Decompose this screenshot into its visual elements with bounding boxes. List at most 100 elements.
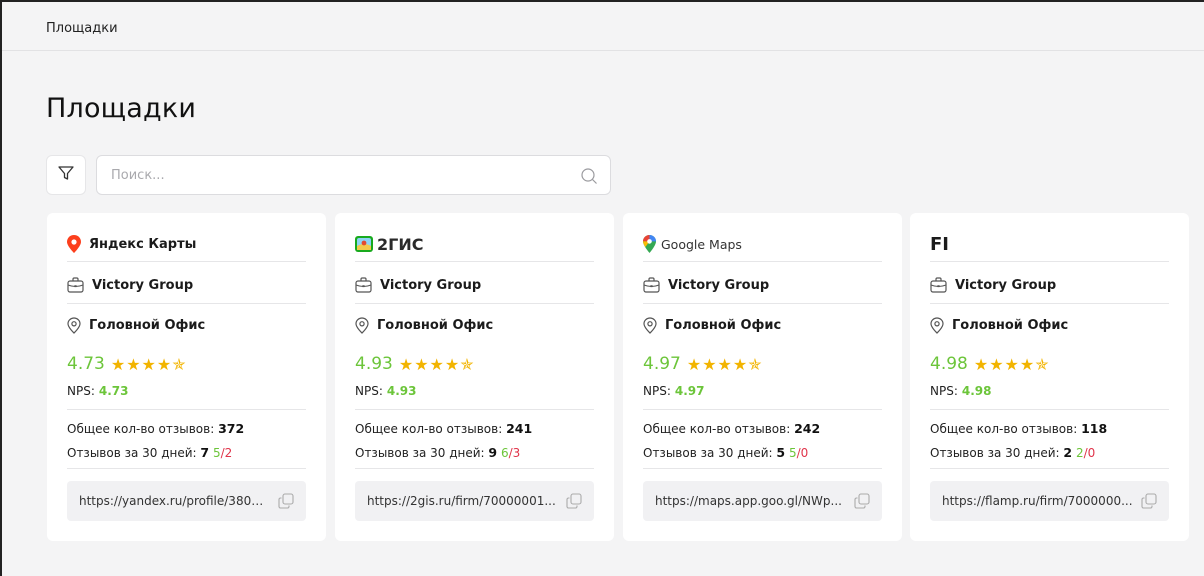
rating-value: 4.73 [67, 354, 105, 374]
page-title: Площадки [46, 93, 197, 124]
platform-link[interactable]: https://2gis.ru/firm/70000001... [355, 481, 594, 521]
divider [930, 409, 1169, 410]
platform-link[interactable]: https://flamp.ru/firm/7000000... [930, 481, 1169, 521]
location-pin-icon [67, 316, 81, 334]
platform-card[interactable]: 2ГИС Victory Group Головной Офис 4.93 ★★… [335, 213, 614, 541]
company-name: Victory Group [92, 277, 194, 293]
reviews-30-positive: 6 [500, 446, 509, 460]
reviews-30-label: Отзывов за 30 дней: [930, 446, 1060, 460]
platform-link[interactable]: https://yandex.ru/profile/3806... [67, 481, 306, 521]
rating-row: 4.93 ★★★★✯ [355, 352, 594, 376]
platform-url[interactable]: https://yandex.ru/profile/3806... [79, 494, 270, 508]
nps-value: 4.98 [961, 384, 992, 398]
divider [930, 468, 1169, 469]
location-pin-icon [930, 316, 944, 334]
rating-stars: ★★★★✯ [398, 354, 475, 374]
search-icon[interactable] [580, 167, 598, 189]
platform-link[interactable]: https://maps.app.goo.gl/NWp... [643, 481, 882, 521]
rating-stars: ★★★★✯ [686, 354, 763, 374]
briefcase-icon [643, 277, 660, 293]
filter-button[interactable] [46, 155, 86, 195]
location-pin-icon [355, 316, 369, 334]
company-row: Victory Group [355, 275, 594, 295]
platform-name: Яндекс Карты [89, 236, 197, 252]
search-input[interactable] [111, 156, 571, 194]
breadcrumb-item[interactable]: Площадки [46, 21, 118, 36]
reviews-30-label: Отзывов за 30 дней: [67, 446, 197, 460]
office-name: Головной Офис [377, 317, 494, 333]
reviews-30-value: 2 [1063, 445, 1073, 460]
reviews-30-value: 5 [776, 445, 786, 460]
divider [67, 409, 306, 410]
reviews-30-row: Отзывов за 30 дней: 5 5/0 [643, 445, 809, 460]
company-name: Victory Group [955, 277, 1057, 293]
total-reviews-value: 242 [794, 421, 821, 436]
rating-value: 4.97 [643, 354, 681, 374]
office-name: Головной Офис [665, 317, 782, 333]
platform-url[interactable]: https://maps.app.goo.gl/NWp... [655, 494, 846, 508]
divider [355, 261, 594, 262]
breadcrumb: Площадки [2, 2, 1204, 51]
platform-card[interactable]: Яндекс Карты Victory Group Головной Офис… [47, 213, 326, 541]
nps-value: 4.93 [386, 384, 417, 398]
nps-row: NPS: 4.98 [930, 384, 1169, 398]
divider [67, 303, 306, 304]
office-name: Головной Офис [952, 317, 1069, 333]
copy-icon[interactable] [566, 493, 582, 509]
2gis-logo-icon [355, 236, 373, 252]
company-name: Victory Group [380, 277, 482, 293]
divider [355, 303, 594, 304]
divider [67, 261, 306, 262]
rating-stars: ★★★★✯ [110, 354, 187, 374]
divider [355, 409, 594, 410]
rating-stars: ★★★★✯ [973, 354, 1050, 374]
nps-label: NPS: [355, 384, 383, 398]
nps-label: NPS: [67, 384, 95, 398]
reviews-30-row: Отзывов за 30 дней: 9 6/3 [355, 445, 521, 460]
rating-row: 4.97 ★★★★✯ [643, 352, 882, 376]
rating-row: 4.98 ★★★★✯ [930, 352, 1169, 376]
platform-url[interactable]: https://flamp.ru/firm/7000000... [942, 494, 1133, 508]
platform-card[interactable]: Google Maps Victory Group Головной Офис … [623, 213, 902, 541]
total-reviews-row: Общее кол-во отзывов: 241 [355, 421, 594, 436]
reviews-30-negative: 0 [800, 446, 809, 460]
reviews-30-negative: 3 [512, 446, 521, 460]
search-box [96, 155, 611, 195]
reviews-30-row: Отзывов за 30 дней: 2 2/0 [930, 445, 1096, 460]
office-row: Головной Офис [643, 315, 882, 335]
briefcase-icon [930, 277, 947, 293]
reviews-30-label: Отзывов за 30 дней: [355, 446, 485, 460]
total-reviews-value: 118 [1081, 421, 1108, 436]
rating-value: 4.93 [355, 354, 393, 374]
nps-row: NPS: 4.93 [355, 384, 594, 398]
reviews-30-label: Отзывов за 30 дней: [643, 446, 773, 460]
total-reviews-label: Общее кол-во отзывов: [930, 422, 1078, 436]
nps-row: NPS: 4.97 [643, 384, 882, 398]
divider [643, 303, 882, 304]
flamp-logo-icon: FI [930, 233, 949, 255]
office-row: Головной Офис [67, 315, 306, 335]
platform-logo: 2ГИС [355, 232, 594, 256]
platform-logo: Яндекс Карты [67, 232, 306, 256]
reviews-30-row: Отзывов за 30 дней: 7 5/2 [67, 445, 233, 460]
company-row: Victory Group [930, 275, 1169, 295]
divider [355, 468, 594, 469]
yandex-maps-pin-icon [67, 235, 81, 253]
copy-icon[interactable] [1141, 493, 1157, 509]
rating-value: 4.98 [930, 354, 968, 374]
platform-url[interactable]: https://2gis.ru/firm/70000001... [367, 494, 558, 508]
divider [930, 261, 1169, 262]
divider [643, 468, 882, 469]
platform-logo: FI [930, 232, 1169, 256]
copy-icon[interactable] [854, 493, 870, 509]
office-row: Головной Офис [355, 315, 594, 335]
reviews-30-value: 9 [488, 445, 498, 460]
divider [67, 468, 306, 469]
google-maps-pin-icon [643, 235, 656, 253]
nps-row: NPS: 4.73 [67, 384, 306, 398]
total-reviews-row: Общее кол-во отзывов: 242 [643, 421, 882, 436]
total-reviews-value: 241 [506, 421, 533, 436]
copy-icon[interactable] [278, 493, 294, 509]
divider [643, 409, 882, 410]
platform-card[interactable]: FI Victory Group Головной Офис 4.98 ★★★★… [910, 213, 1189, 541]
